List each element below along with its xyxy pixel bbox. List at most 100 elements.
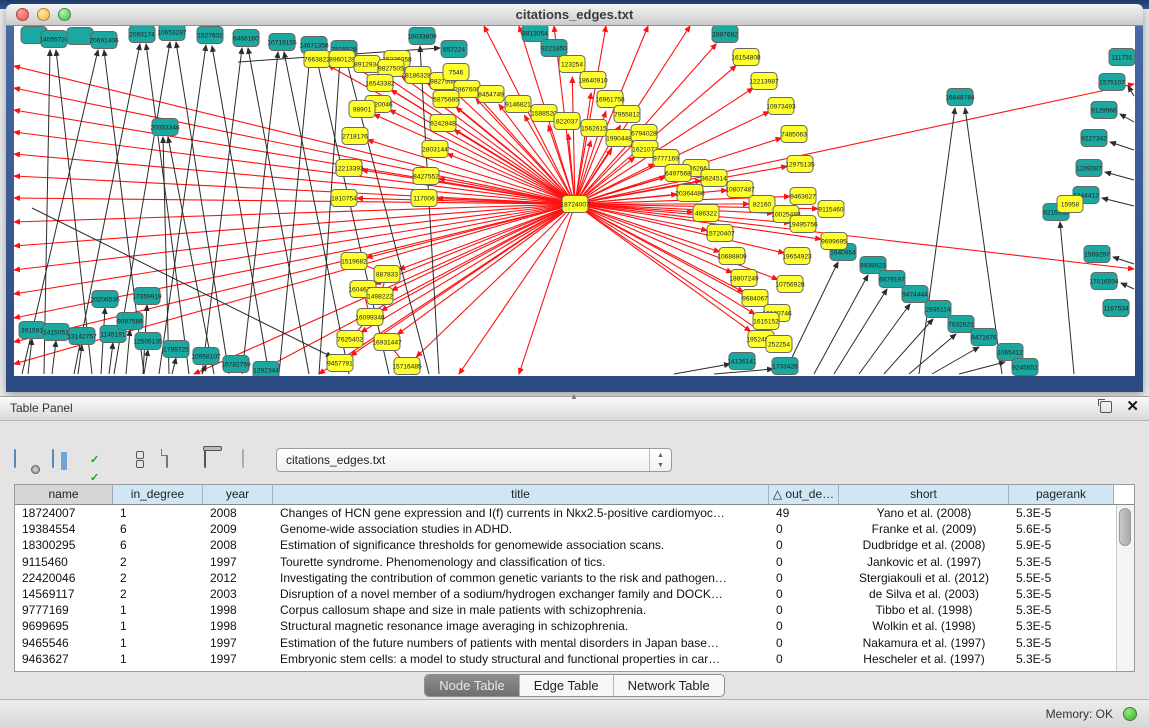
graph-node[interactable]: 7546 <box>443 64 469 81</box>
graph-edge-black[interactable] <box>1105 172 1134 180</box>
table-cell[interactable]: Investigating the contribution of common… <box>273 570 769 586</box>
table-cell[interactable]: Tourette syndrome. Phenomenology and cla… <box>273 554 769 570</box>
graph-node[interactable]: 1810754 <box>331 190 357 207</box>
table-cell[interactable]: Yano et al. (2008) <box>839 505 1009 521</box>
graph-node[interactable]: 10958107 <box>191 348 221 365</box>
minimize-window-button[interactable] <box>37 8 50 21</box>
tab-node-table[interactable]: Node Table <box>425 675 520 696</box>
table-cell[interactable]: Nakamura et al. (1997) <box>839 635 1009 651</box>
graph-node[interactable]: 887833 <box>374 266 400 283</box>
table-row[interactable]: 1872400712008Changes of HCN gene express… <box>15 505 1116 521</box>
table-cell[interactable]: 9465546 <box>15 635 113 651</box>
graph-edge-black[interactable] <box>909 334 956 374</box>
graph-node[interactable]: 9221850 <box>541 40 567 57</box>
table-cell[interactable]: Corpus callosum shape and size in male p… <box>273 602 769 618</box>
graph-node[interactable]: 1498222 <box>367 288 393 305</box>
table-cell[interactable]: Wolkin et al. (1998) <box>839 618 1009 634</box>
table-cell[interactable]: Structural magnetic resonance image aver… <box>273 618 769 634</box>
table-cell[interactable]: 2012 <box>203 570 273 586</box>
table-cell[interactable]: 0 <box>769 651 839 667</box>
graph-node[interactable]: 20364486 <box>675 185 705 202</box>
table-cell[interactable]: Dudbridge et al. (2008) <box>839 537 1009 553</box>
graph-node[interactable]: 2718176 <box>342 128 368 145</box>
graph-node[interactable]: 6679197 <box>879 271 905 288</box>
column-header-in_degree[interactable]: in_degree <box>113 485 203 504</box>
table-cell[interactable]: Franke et al. (2009) <box>839 521 1009 537</box>
table-cell[interactable]: 1 <box>113 635 203 651</box>
graph-edge-black[interactable] <box>884 319 933 374</box>
graph-edge-black[interactable] <box>248 48 309 374</box>
new-column-button[interactable] <box>166 450 190 472</box>
table-cell[interactable]: 5.6E-5 <box>1009 521 1114 537</box>
graph-node[interactable]: 9699695 <box>821 233 847 250</box>
column-header-pagerank[interactable]: pagerank <box>1009 485 1114 504</box>
graph-node[interactable]: 12213393 <box>334 160 364 177</box>
table-cell[interactable]: 2008 <box>203 505 273 521</box>
vertical-scrollbar[interactable] <box>1116 505 1134 671</box>
table-cell[interactable]: 19384554 <box>15 521 113 537</box>
table-cell[interactable]: 0 <box>769 521 839 537</box>
table-cell[interactable]: 6 <box>113 537 203 553</box>
graph-node[interactable]: 12213987 <box>749 73 779 90</box>
table-cell[interactable]: 5.3E-5 <box>1009 554 1114 570</box>
network-canvas[interactable]: 1405572420691406209317410653287152760264… <box>14 26 1135 376</box>
graph-node[interactable]: 16099348 <box>355 309 385 326</box>
graph-node[interactable]: 20206535 <box>90 291 120 308</box>
graph-node[interactable]: 2935114 <box>925 301 951 318</box>
table-cell[interactable]: 9777169 <box>15 602 113 618</box>
graph-node[interactable]: 857224 <box>441 41 467 58</box>
graph-edge-black[interactable] <box>1113 257 1134 264</box>
graph-edge-black[interactable] <box>859 304 910 374</box>
table-cell[interactable]: 0 <box>769 635 839 651</box>
table-cell[interactable]: Genome-wide association studies in ADHD. <box>273 521 769 537</box>
graph-node[interactable]: 1990448 <box>606 130 632 147</box>
graph-node[interactable]: 1519682 <box>341 253 367 270</box>
graph-node[interactable]: 5875685 <box>433 91 459 108</box>
graph-node[interactable]: 14055724 <box>39 31 69 48</box>
select-columns-button[interactable] <box>52 450 76 472</box>
table-cell[interactable]: 9699695 <box>15 618 113 634</box>
table-cell[interactable]: 1997 <box>203 635 273 651</box>
table-cell[interactable]: 2 <box>113 586 203 602</box>
graph-node[interactable]: 9115460 <box>818 201 844 218</box>
table-row[interactable]: 1830029562008Estimation of significance … <box>15 537 1116 553</box>
close-panel-icon[interactable]: ✕ <box>1126 401 1139 413</box>
graph-node[interactable]: 1569297 <box>1084 246 1110 263</box>
table-cell[interactable]: 2 <box>113 570 203 586</box>
table-cell[interactable]: 1 <box>113 505 203 521</box>
column-header-title[interactable]: title <box>273 485 769 504</box>
graph-node[interactable]: 1615152 <box>753 313 779 330</box>
graph-node[interactable]: 82160 <box>749 196 775 213</box>
graph-node[interactable]: 2803144 <box>422 141 448 158</box>
table-cell[interactable]: 1998 <box>203 618 273 634</box>
graph-node[interactable]: 6794028 <box>631 125 657 142</box>
table-cell[interactable]: 0 <box>769 618 839 634</box>
graph-node[interactable]: 111731 <box>1109 49 1135 66</box>
graph-node[interactable]: 9227342 <box>1081 130 1107 147</box>
graph-edge-black[interactable] <box>109 343 113 374</box>
table-cell[interactable]: Embryonic stem cells: a model to study s… <box>273 651 769 667</box>
table-cell[interactable]: 2003 <box>203 586 273 602</box>
graph-node[interactable]: 1527602 <box>197 27 223 44</box>
graph-edge-black[interactable] <box>168 137 214 374</box>
table-cell[interactable]: 18300295 <box>15 537 113 553</box>
select-all-button[interactable]: ✓✓ <box>90 450 114 472</box>
graph-node[interactable]: 8186328 <box>405 67 431 84</box>
graph-node[interactable]: 1065412 <box>997 344 1023 361</box>
table-settings-button[interactable] <box>14 450 38 472</box>
unselect-all-button[interactable] <box>128 450 152 472</box>
table-cell[interactable]: 18724007 <box>15 505 113 521</box>
graph-edge-black[interactable] <box>959 362 1005 374</box>
table-dropdown[interactable]: citations_edges.txt ▲▼ <box>276 448 672 472</box>
graph-node[interactable]: 1575107 <box>1099 74 1125 91</box>
graph-node[interactable]: 12505135 <box>133 333 163 350</box>
table-row[interactable]: 1938455462009Genome-wide association stu… <box>15 521 1116 537</box>
table-cell[interactable]: Stergiakouli et al. (2012) <box>839 570 1009 586</box>
graph-node[interactable]: 123254 <box>559 56 585 73</box>
graph-node[interactable]: 10688809 <box>717 248 747 265</box>
table-cell[interactable]: 49 <box>769 505 839 521</box>
graph-node[interactable]: 15716485 <box>392 358 422 375</box>
graph-node[interactable]: 12975135 <box>785 156 815 173</box>
graph-edge-black[interactable] <box>242 52 278 374</box>
table-cell[interactable]: Jankovic et al. (1997) <box>839 554 1009 570</box>
